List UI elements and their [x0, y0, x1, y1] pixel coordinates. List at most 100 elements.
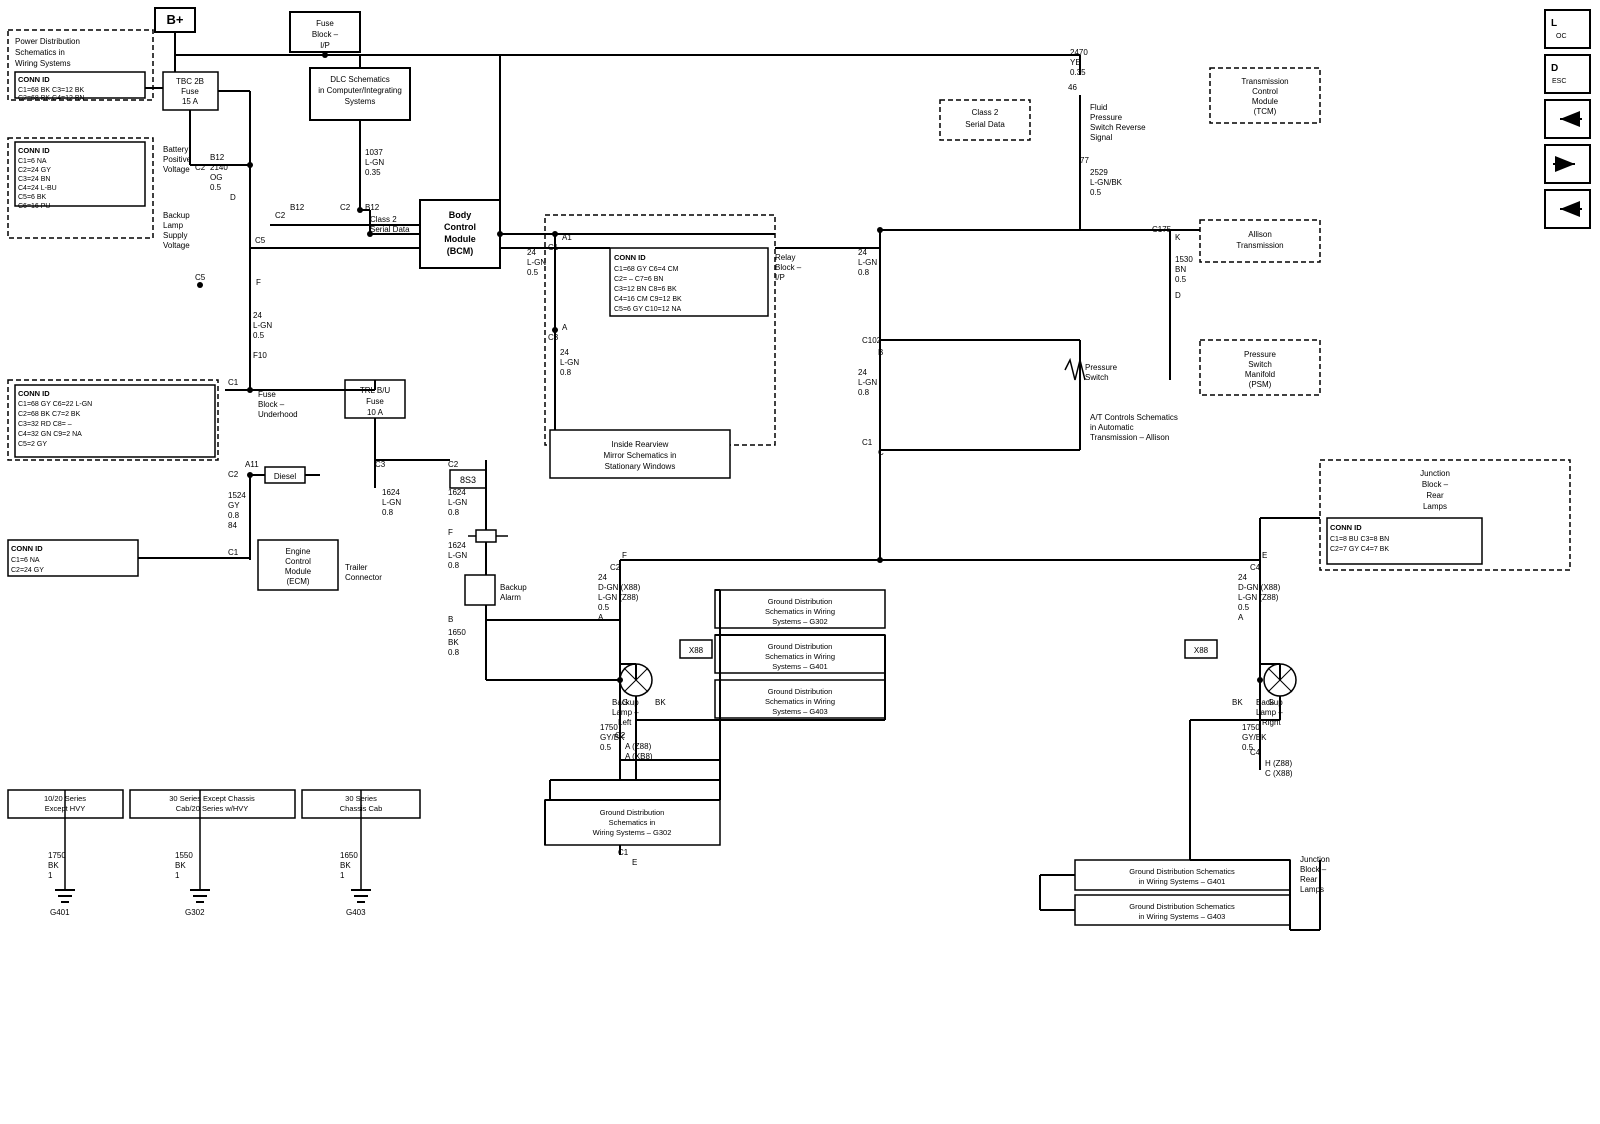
svg-text:G: G — [622, 698, 628, 707]
svg-text:10 A: 10 A — [367, 408, 384, 417]
svg-text:Junction: Junction — [1300, 855, 1330, 864]
svg-text:0.5: 0.5 — [253, 331, 265, 340]
svg-text:C1: C1 — [862, 438, 873, 447]
svg-text:Mirror Schematics in: Mirror Schematics in — [604, 451, 677, 460]
svg-text:Pressure: Pressure — [1244, 350, 1277, 359]
svg-text:C5=6 BK: C5=6 BK — [18, 194, 47, 201]
svg-text:in Wiring Systems – G401: in Wiring Systems – G401 — [1139, 877, 1226, 886]
svg-text:Allison: Allison — [1248, 230, 1272, 239]
svg-text:0.8: 0.8 — [560, 368, 572, 377]
svg-text:1624: 1624 — [448, 488, 466, 497]
svg-text:Alarm: Alarm — [500, 593, 521, 602]
svg-text:Pressure: Pressure — [1090, 113, 1123, 122]
svg-text:C5=6 GY C10=12 NA: C5=6 GY C10=12 NA — [614, 306, 682, 313]
svg-text:C3=12 BN C8=6 BK: C3=12 BN C8=6 BK — [614, 286, 677, 293]
svg-text:0.5: 0.5 — [598, 603, 610, 612]
svg-text:Transmission: Transmission — [1241, 77, 1288, 86]
svg-text:G401: G401 — [50, 908, 70, 917]
svg-text:E: E — [1262, 551, 1267, 560]
svg-text:Power Distribution: Power Distribution — [15, 37, 80, 46]
svg-text:C4=32 GN C9=2 NA: C4=32 GN C9=2 NA — [18, 431, 82, 438]
svg-text:CONN ID: CONN ID — [11, 544, 43, 553]
svg-text:Body: Body — [449, 210, 472, 220]
svg-text:46: 46 — [1068, 83, 1077, 92]
svg-text:C5: C5 — [255, 236, 266, 245]
svg-text:A: A — [562, 323, 568, 332]
svg-text:Ground Distribution: Ground Distribution — [768, 597, 833, 606]
svg-text:Relay: Relay — [775, 253, 795, 262]
svg-text:G403: G403 — [346, 908, 366, 917]
svg-text:C1=68 BK C3=12 BK: C1=68 BK C3=12 BK — [18, 87, 84, 94]
svg-text:0.8: 0.8 — [228, 511, 240, 520]
svg-text:Diesel: Diesel — [274, 472, 296, 481]
svg-text:Pressure: Pressure — [1085, 363, 1118, 372]
svg-text:B12: B12 — [290, 203, 305, 212]
svg-text:L: L — [1551, 18, 1557, 29]
svg-text:1750: 1750 — [1242, 723, 1260, 732]
svg-text:L-GN: L-GN — [858, 378, 877, 387]
svg-text:C1=68 GY C6=4 CM: C1=68 GY C6=4 CM — [614, 266, 679, 273]
svg-text:1524: 1524 — [228, 491, 246, 500]
svg-text:Transmission: Transmission — [1236, 241, 1283, 250]
svg-text:L-GN (Z88): L-GN (Z88) — [598, 593, 639, 602]
svg-text:L-GN: L-GN — [448, 498, 467, 507]
svg-text:1650: 1650 — [340, 851, 358, 860]
svg-text:L-GN: L-GN — [527, 258, 546, 267]
svg-text:CONN ID: CONN ID — [18, 146, 50, 155]
svg-text:Voltage: Voltage — [163, 241, 190, 250]
svg-text:A: A — [1238, 613, 1244, 622]
svg-text:C2: C2 — [275, 211, 286, 220]
svg-text:F: F — [448, 528, 453, 537]
svg-text:Junction: Junction — [1420, 469, 1450, 478]
svg-text:Ground Distribution: Ground Distribution — [768, 687, 833, 696]
svg-text:Schematics in Wiring: Schematics in Wiring — [765, 697, 835, 706]
svg-text:8S3: 8S3 — [460, 475, 476, 485]
svg-text:I/P: I/P — [320, 41, 330, 50]
svg-text:Block –: Block – — [312, 30, 339, 39]
svg-text:I/P: I/P — [775, 273, 785, 282]
svg-text:C3=32 RD C8= –: C3=32 RD C8= – — [18, 421, 72, 428]
svg-text:Block –: Block – — [258, 400, 285, 409]
svg-text:Ground Distribution: Ground Distribution — [768, 642, 833, 651]
svg-text:Backup: Backup — [163, 211, 190, 220]
svg-text:Switch Reverse: Switch Reverse — [1090, 123, 1146, 132]
svg-text:1550: 1550 — [175, 851, 193, 860]
svg-text:B+: B+ — [167, 12, 184, 27]
svg-text:Fluid: Fluid — [1090, 103, 1107, 112]
svg-text:L-GN: L-GN — [858, 258, 877, 267]
svg-text:Module: Module — [285, 567, 312, 576]
svg-text:Serial Data: Serial Data — [370, 225, 410, 234]
svg-text:Class 2: Class 2 — [370, 215, 397, 224]
svg-text:1: 1 — [175, 871, 180, 880]
svg-text:Switch: Switch — [1085, 373, 1109, 382]
svg-text:K: K — [1175, 233, 1181, 242]
svg-text:Backup: Backup — [500, 583, 527, 592]
svg-text:C1=68 GY C6=22 L-GN: C1=68 GY C6=22 L-GN — [18, 401, 92, 408]
svg-text:in Computer/Integrating: in Computer/Integrating — [318, 86, 402, 95]
svg-text:C3: C3 — [548, 333, 559, 342]
svg-text:Systems – G403: Systems – G403 — [772, 707, 827, 716]
svg-text:0.8: 0.8 — [448, 648, 460, 657]
svg-text:Underhood: Underhood — [258, 410, 298, 419]
svg-text:Connector: Connector — [345, 573, 382, 582]
svg-text:L-GN: L-GN — [448, 551, 467, 560]
svg-text:L-GN/BK: L-GN/BK — [1090, 178, 1123, 187]
svg-text:BK: BK — [175, 861, 186, 870]
svg-text:H (Z88): H (Z88) — [1265, 759, 1292, 768]
svg-text:Ground Distribution Schematics: Ground Distribution Schematics — [1129, 902, 1235, 911]
svg-text:24: 24 — [598, 573, 607, 582]
svg-text:0.8: 0.8 — [858, 388, 870, 397]
svg-text:Control: Control — [285, 557, 311, 566]
svg-text:BK: BK — [448, 638, 459, 647]
svg-text:BN: BN — [1175, 265, 1186, 274]
svg-text:0.35: 0.35 — [365, 168, 381, 177]
svg-text:C2: C2 — [228, 470, 239, 479]
svg-text:24: 24 — [858, 248, 867, 257]
svg-text:C2: C2 — [448, 460, 459, 469]
svg-text:0.5: 0.5 — [1175, 275, 1187, 284]
svg-text:15 A: 15 A — [182, 97, 199, 106]
svg-text:Battery: Battery — [163, 145, 188, 154]
svg-text:F: F — [256, 278, 261, 287]
svg-text:DLC Schematics: DLC Schematics — [330, 75, 390, 84]
svg-text:24: 24 — [1238, 573, 1247, 582]
